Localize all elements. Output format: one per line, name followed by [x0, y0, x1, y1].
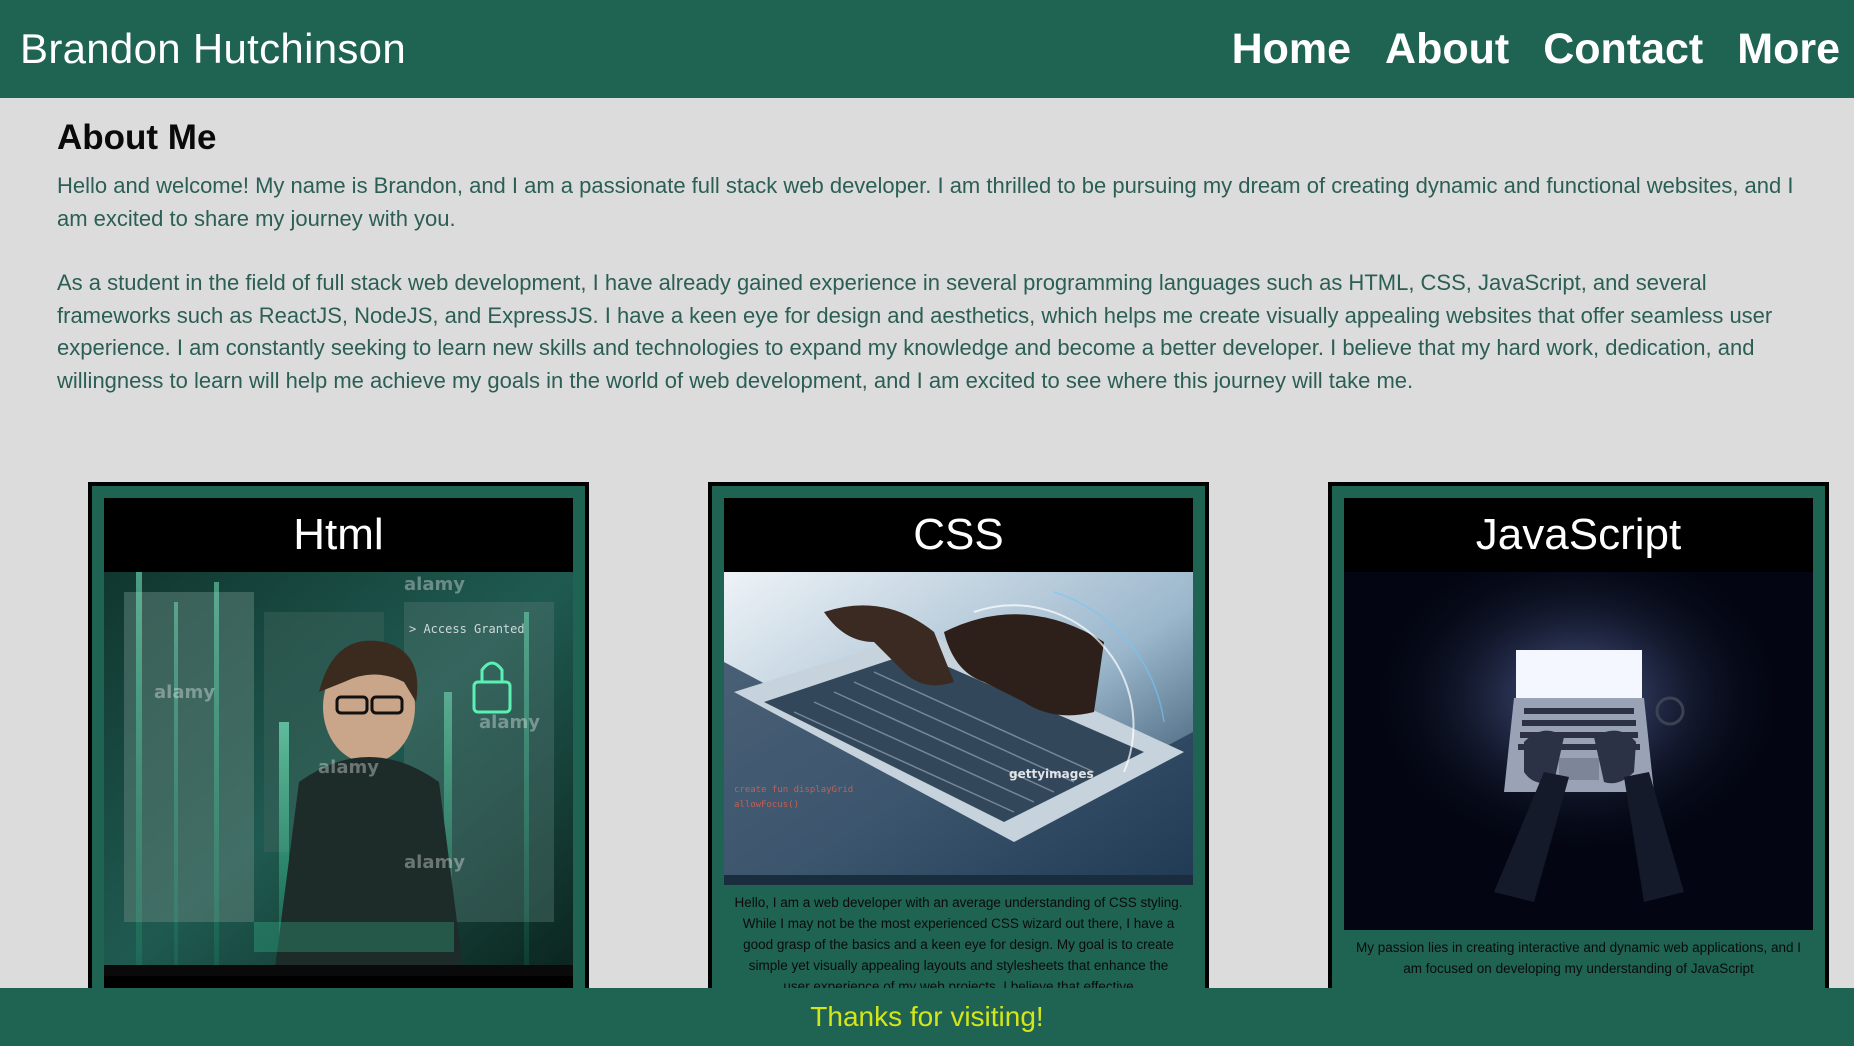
- alamy-watermark: alamy: [404, 574, 465, 595]
- laptop-typing-image: create fun displayGrid allowFocus() gett…: [724, 572, 1193, 885]
- alamy-watermark: alamy: [318, 757, 379, 778]
- hacker-code-image: > Access Granted alamy alamy alamy alamy…: [104, 572, 573, 976]
- laptop-typing-icon: create fun displayGrid allowFocus(): [724, 572, 1193, 885]
- card-javascript-title: JavaScript: [1475, 510, 1682, 559]
- svg-text:create fun displayGrid: create fun displayGrid: [734, 785, 853, 795]
- access-granted-text: > Access Granted: [409, 622, 525, 636]
- card-javascript-inner: JavaScript My passion lies in creating i…: [1344, 498, 1813, 998]
- alamy-watermark: alamy: [404, 852, 465, 873]
- footer-text: Thanks for visiting!: [810, 1001, 1044, 1032]
- card-css-caption: Hello, I am a web developer with an aver…: [724, 885, 1193, 998]
- nav-home[interactable]: Home: [1232, 25, 1351, 74]
- card-javascript: JavaScript My passion lies in creating i…: [1328, 482, 1829, 1002]
- page: Brandon Hutchinson Home About Contact Mo…: [0, 0, 1854, 1046]
- site-footer: Thanks for visiting!: [0, 988, 1854, 1046]
- laptop-dark-image: [1344, 572, 1813, 930]
- svg-text:allowFocus(): allowFocus(): [734, 800, 799, 810]
- nav-more[interactable]: More: [1737, 25, 1840, 74]
- site-title: Brandon Hutchinson: [20, 25, 406, 72]
- site-header: Brandon Hutchinson Home About Contact Mo…: [0, 0, 1854, 98]
- about-paragraph-1: Hello and welcome! My name is Brandon, a…: [57, 173, 1794, 231]
- about-section: About Me Hello and welcome! My name is B…: [57, 118, 1817, 397]
- card-css-inner: CSS create fun displayGrid allowFocus() …: [724, 498, 1193, 998]
- laptop-dark-icon: [1344, 572, 1813, 930]
- nav-contact[interactable]: Contact: [1543, 25, 1703, 74]
- about-heading: About Me: [57, 118, 217, 157]
- alamy-watermark: alamy: [479, 712, 540, 733]
- card-html-inner: Html > Access Granted alamy alamy alamy …: [104, 498, 573, 998]
- card-css: CSS create fun displayGrid allowFocus() …: [708, 482, 1209, 1002]
- card-css-title: CSS: [913, 510, 1004, 559]
- alamy-watermark: alamy: [154, 682, 215, 703]
- main-nav: Home About Contact More: [1232, 25, 1840, 74]
- about-paragraph-2: As a student in the field of full stack …: [57, 270, 1773, 393]
- nav-about[interactable]: About: [1385, 25, 1509, 74]
- card-html-title: Html: [293, 510, 384, 559]
- getty-watermark: gettyimages: [1009, 767, 1094, 781]
- card-html: Html > Access Granted alamy alamy alamy …: [88, 482, 589, 1002]
